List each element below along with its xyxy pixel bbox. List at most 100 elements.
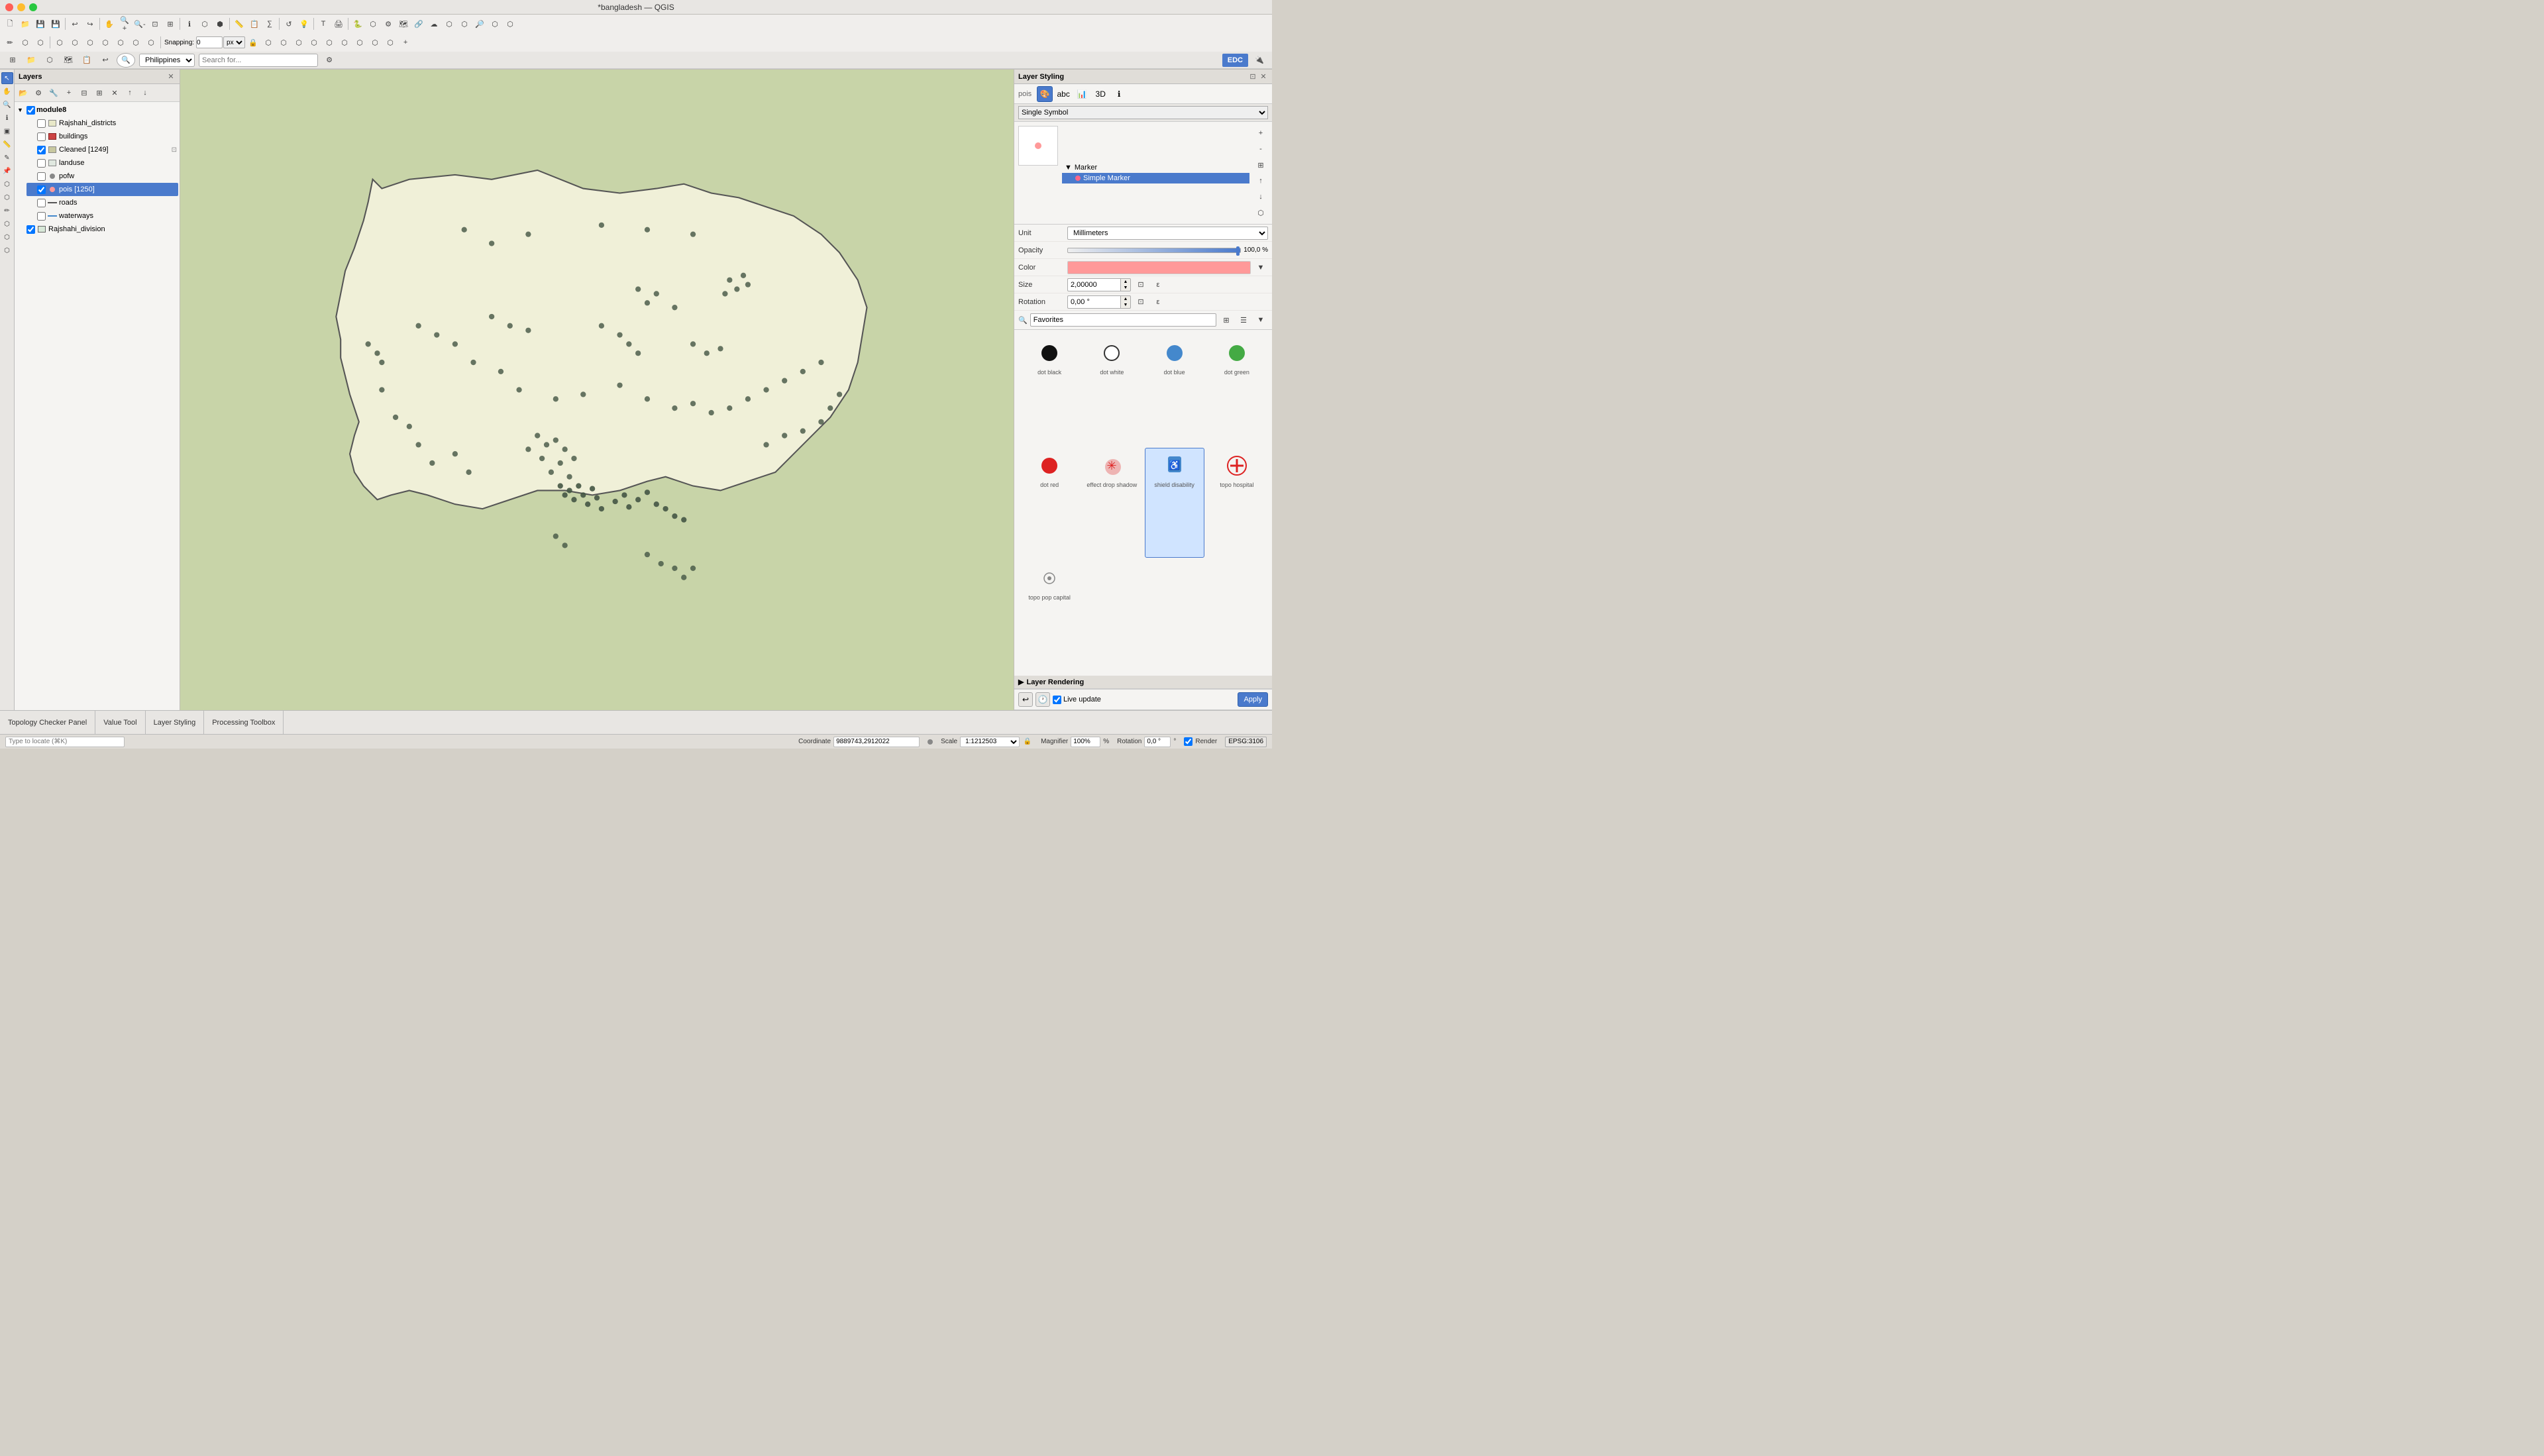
symbol-search-input[interactable] xyxy=(1030,313,1216,327)
browser-toggle-btn[interactable]: 📁 xyxy=(24,53,38,68)
layer-rendering-section[interactable]: ▶ Layer Rendering xyxy=(1014,676,1272,689)
rotation-up-btn[interactable]: ▲ xyxy=(1121,296,1130,302)
apply-button[interactable]: Apply xyxy=(1238,692,1268,707)
pois-checkbox[interactable] xyxy=(37,185,46,194)
pan-button[interactable]: ✋ xyxy=(102,17,117,31)
layer-properties-btn[interactable]: ⚙ xyxy=(31,85,46,100)
symbol-topo-hospital[interactable]: topo hospital xyxy=(1207,448,1267,558)
symbol-list-btn[interactable]: ☰ xyxy=(1236,313,1251,327)
snap-btn4[interactable]: ⬡ xyxy=(292,35,306,50)
duplicate-layer-btn[interactable]: ⊞ xyxy=(1253,158,1268,172)
simple-marker-tree-item[interactable]: Simple Marker xyxy=(1062,173,1249,183)
symbol-settings-btn[interactable]: ▼ xyxy=(1253,313,1268,327)
save-as-button[interactable]: 💾 xyxy=(48,17,63,31)
search-circle-btn[interactable]: 🔍 xyxy=(117,53,135,68)
plugin-btn4[interactable]: 🔗 xyxy=(411,17,426,31)
zoom-out-button[interactable]: 🔍- xyxy=(132,17,147,31)
text-button[interactable]: T xyxy=(316,17,331,31)
locate-input[interactable] xyxy=(5,737,125,747)
size-expr-btn[interactable]: ε xyxy=(1151,278,1165,292)
symbol-shield-disability[interactable]: ♿ shield disability xyxy=(1145,448,1204,558)
move-layer-up-btn[interactable]: ↑ xyxy=(1253,174,1268,188)
diagram-tab[interactable]: 📊 xyxy=(1074,86,1090,102)
plugin-btn2[interactable]: ⚙ xyxy=(381,17,396,31)
new-project-button[interactable]: 🗋 xyxy=(3,17,17,31)
digitize-btn8[interactable]: ⬡ xyxy=(129,35,143,50)
search-input[interactable] xyxy=(199,54,318,67)
snap-btn11[interactable]: + xyxy=(398,35,413,50)
remove-layer-btn2[interactable]: - xyxy=(1253,142,1268,156)
symbol-view-btn[interactable]: ⊞ xyxy=(1219,313,1234,327)
refresh-button[interactable]: ↺ xyxy=(282,17,296,31)
digitize-btn6[interactable]: ⬡ xyxy=(98,35,113,50)
scale-select[interactable]: 1:1212503 xyxy=(960,737,1020,747)
tool-3d[interactable]: ⬡ xyxy=(1,191,13,203)
size-down-btn[interactable]: ▼ xyxy=(1121,285,1130,291)
digitize-btn2[interactable]: ⬡ xyxy=(33,35,48,50)
render-checkbox[interactable] xyxy=(1184,737,1192,746)
print-button[interactable]: 🖨 xyxy=(331,17,346,31)
pofw-checkbox[interactable] xyxy=(37,172,46,181)
rotation-expr-btn[interactable]: ε xyxy=(1151,295,1165,309)
digitize-btn7[interactable]: ⬡ xyxy=(113,35,128,50)
snap-btn9[interactable]: ⬡ xyxy=(368,35,382,50)
tool-pointer[interactable]: ↖ xyxy=(1,72,13,84)
layers-panel-close[interactable]: ✕ xyxy=(166,72,176,81)
move-up-btn[interactable]: ↑ xyxy=(123,85,137,100)
marker-tree-item[interactable]: ▼ Marker xyxy=(1062,162,1249,173)
label-tab[interactable]: abc xyxy=(1055,86,1071,102)
color-picker-btn[interactable]: ▼ xyxy=(1253,260,1268,275)
remove-layer-btn[interactable]: ✕ xyxy=(107,85,122,100)
layer-roads[interactable]: ▶ roads xyxy=(26,196,178,209)
layer-effects-btn[interactable]: ⬡ xyxy=(1253,205,1268,220)
layer-buildings[interactable]: ▶ buildings xyxy=(26,130,178,143)
magnifier-input[interactable] xyxy=(1071,737,1100,747)
digitize-btn9[interactable]: ⬡ xyxy=(144,35,158,50)
tool-pan[interactable]: ✋ xyxy=(1,85,13,97)
opacity-slider[interactable] xyxy=(1067,248,1241,253)
tool-node[interactable]: ⬡ xyxy=(1,218,13,230)
move-layer-down-btn[interactable]: ↓ xyxy=(1253,189,1268,204)
redo-button[interactable]: ↪ xyxy=(83,17,97,31)
3d-tab[interactable]: 3D xyxy=(1092,86,1108,102)
undo-style-btn[interactable]: ↩ xyxy=(1018,692,1033,707)
roads-checkbox[interactable] xyxy=(37,199,46,207)
tool-zoom[interactable]: 🔍 xyxy=(1,99,13,111)
plugin-btn8[interactable]: 🔎 xyxy=(472,17,487,31)
digitize-btn1[interactable]: ⬡ xyxy=(18,35,32,50)
lock-scale-btn[interactable]: 🔒 xyxy=(1022,737,1033,747)
log-toggle-btn[interactable]: 📋 xyxy=(80,53,94,68)
styling-dock-btn[interactable]: ⊡ xyxy=(1248,72,1257,81)
coordinate-input[interactable] xyxy=(833,737,920,747)
layer-styling-tab[interactable]: Layer Styling xyxy=(146,711,205,734)
zoom-full-button[interactable]: ⊡ xyxy=(148,17,162,31)
tool-pin[interactable]: 📌 xyxy=(1,165,13,177)
layer-rajshahi-division[interactable]: ▶ Rajshahi_division xyxy=(16,223,178,236)
digitize-btn4[interactable]: ⬡ xyxy=(68,35,82,50)
move-down-btn[interactable]: ↓ xyxy=(138,85,152,100)
zoom-selection-button[interactable]: ⊞ xyxy=(163,17,178,31)
topology-checker-tab[interactable]: Topology Checker Panel xyxy=(0,711,95,734)
rotation-unit-btn[interactable]: ⊡ xyxy=(1134,295,1148,309)
tool-select[interactable]: ▣ xyxy=(1,125,13,137)
value-tool-tab[interactable]: Value Tool xyxy=(95,711,145,734)
plugin-btn9[interactable]: ⬡ xyxy=(488,17,502,31)
rotation-down-btn[interactable]: ▼ xyxy=(1121,302,1130,308)
tool-digitize[interactable]: ⬡ xyxy=(1,244,13,256)
location-settings-btn[interactable]: ⚙ xyxy=(322,53,337,68)
snap-btn2[interactable]: ⬡ xyxy=(261,35,276,50)
snap-btn1[interactable]: 🔒 xyxy=(246,35,260,50)
rajshahi-districts-checkbox[interactable] xyxy=(37,119,46,128)
layer-group-module8[interactable]: ▼ module8 xyxy=(16,103,178,117)
symbol-dot-red[interactable]: dot red xyxy=(1020,448,1079,558)
layer-cleaned[interactable]: ▶ Cleaned [1249] ⊡ xyxy=(26,143,178,156)
color-swatch[interactable] xyxy=(1067,261,1251,274)
history-style-btn[interactable]: 🕐 xyxy=(1035,692,1050,707)
edc-button[interactable]: EDC xyxy=(1222,54,1248,67)
landuse-checkbox[interactable] xyxy=(37,159,46,168)
symbol-dot-white[interactable]: dot white xyxy=(1082,335,1141,445)
cleaned-checkbox[interactable] xyxy=(37,146,46,154)
layer-waterways[interactable]: ▶ waterways xyxy=(26,209,178,223)
symbol-dot-blue[interactable]: dot blue xyxy=(1145,335,1204,445)
layer-landuse[interactable]: ▶ landuse xyxy=(26,156,178,170)
